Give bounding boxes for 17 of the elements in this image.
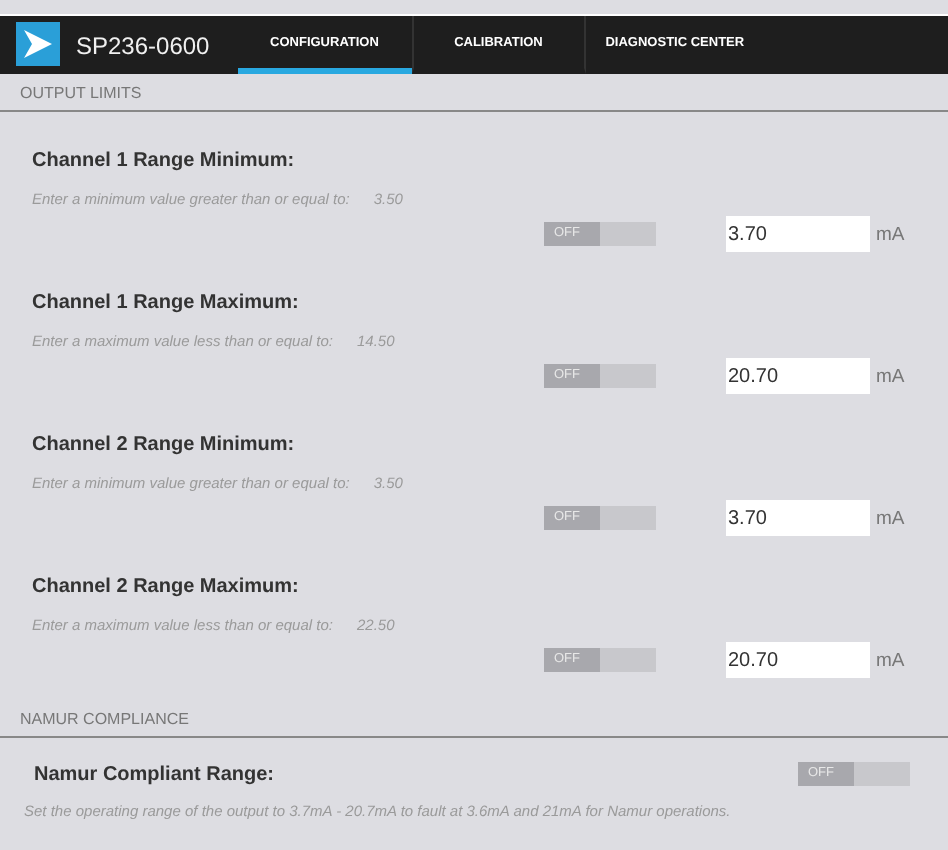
unit-label: mA [876,365,905,387]
unit-label: mA [876,507,905,529]
value-input[interactable]: 3.70 [726,500,870,536]
logo-icon [16,22,60,66]
field-title: Channel 2 Range Maximum: [32,576,301,598]
field-title: Namur Compliant Range: [34,763,275,785]
field-title: Channel 2 Range Minimum: [32,434,297,456]
section-heading: NAMUR COMPLIANCE [0,700,948,738]
section-heading: OUTPUT LIMITS [0,74,948,112]
app-title: SP236-0600 [76,31,210,59]
unit-label: mA [876,223,905,245]
value-input[interactable]: 3.70 [726,216,870,252]
field-title: Channel 1 Range Minimum: [32,150,297,172]
field-title: Channel 1 Range Maximum: [32,292,301,314]
unit-label: mA [876,649,905,671]
value-input[interactable]: 20.70 [726,358,870,394]
value-input[interactable]: 20.70 [726,642,870,678]
